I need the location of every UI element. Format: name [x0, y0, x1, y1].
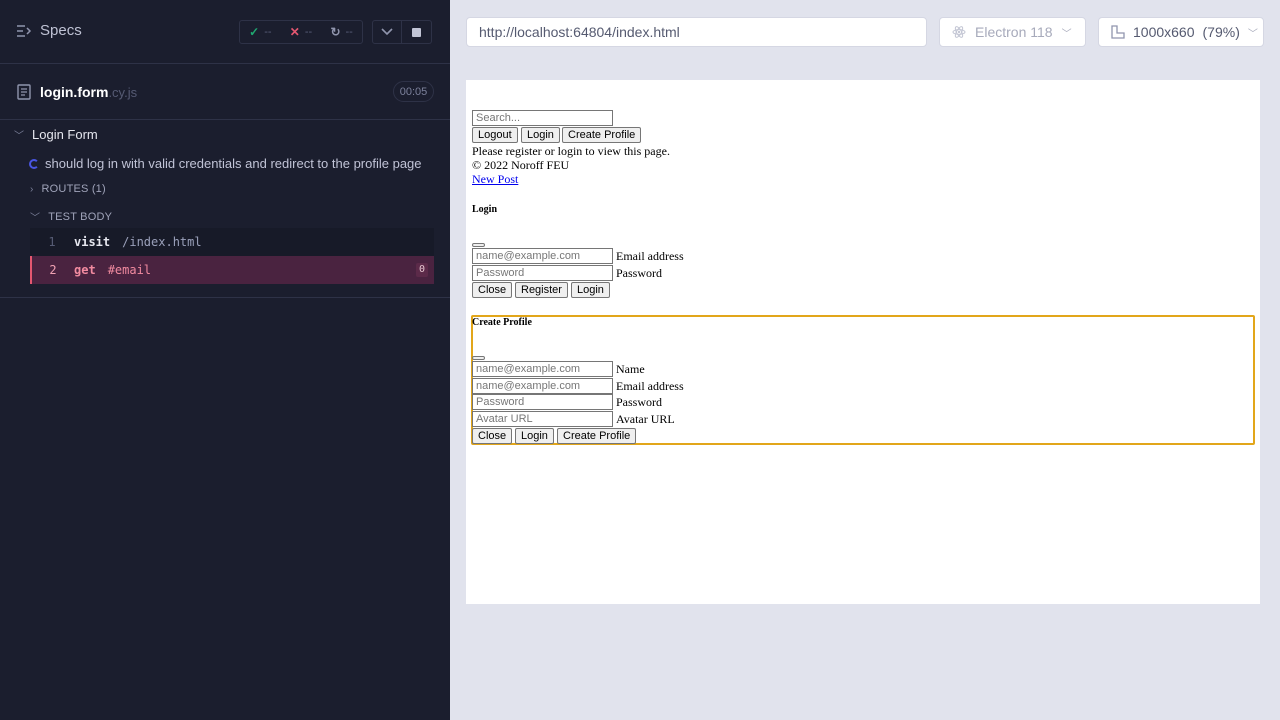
chevron-down-icon: ﹀ [1247, 28, 1258, 40]
command-number: 1 [48, 235, 56, 249]
failed-stat: ✕ -- [290, 25, 312, 39]
search-input[interactable] [472, 110, 613, 126]
login-email-input[interactable] [472, 248, 613, 264]
browser-name: Electron 118 [975, 24, 1053, 40]
login-nav-button[interactable]: Login [521, 127, 560, 143]
profile-password-input[interactable] [472, 394, 613, 410]
test-row[interactable]: should log in with valid credentials and… [29, 156, 422, 171]
profile-avatar-input[interactable] [472, 411, 613, 427]
command-number: 2 [49, 263, 57, 277]
login-submit-button[interactable]: Login [571, 282, 610, 298]
options-dropdown-button[interactable] [372, 20, 402, 44]
chevron-down-icon: ﹀ [14, 131, 24, 142]
suite-row[interactable]: ﹀ Login Form [14, 127, 98, 142]
test-body-section[interactable]: ﹀ TEST BODY [30, 209, 113, 225]
app-preview: Logout Login Create Profile Please regis… [466, 80, 1260, 604]
logout-button[interactable]: Logout [472, 127, 518, 143]
test-title: should log in with valid credentials and… [45, 156, 422, 171]
login-email-label: Email address [616, 249, 684, 263]
command-arg: /index.html [122, 235, 202, 249]
profile-password-label: Password [616, 395, 663, 409]
create-profile-nav-button[interactable]: Create Profile [562, 127, 642, 143]
login-modal-close-icon[interactable] [472, 243, 485, 247]
viewport-selector[interactable]: 1000x660 (79%) ﹀ [1098, 17, 1264, 47]
profile-name-label: Name [616, 362, 645, 376]
chevron-right-icon: › [30, 183, 34, 195]
spec-file-basename: login.form [40, 84, 109, 100]
passed-count: -- [264, 26, 272, 38]
profile-modal-title: Create Profile [472, 317, 532, 328]
routes-section[interactable]: › ROUTES (1) [30, 183, 106, 195]
copyright: © 2022 Noroff FEU [472, 158, 570, 172]
profile-email-input[interactable] [472, 378, 613, 394]
running-spinner-icon [29, 158, 39, 169]
suite-title: Login Form [32, 127, 98, 142]
runner-panel: Specs ✓ -- ✕ -- ↻ -- login.form.cy.js 00:05… [0, 0, 450, 720]
test-stats: ✓ -- ✕ -- ↻ -- [239, 20, 363, 44]
login-password-input[interactable] [472, 265, 613, 281]
pending-icon: ↻ [330, 25, 341, 39]
pending-count: -- [345, 26, 353, 38]
login-password-label: Password [616, 266, 663, 280]
stop-button[interactable] [402, 20, 432, 44]
failed-count: -- [304, 26, 313, 38]
document-icon [17, 84, 31, 100]
element-count-badge: 0 [416, 263, 428, 277]
login-close-button[interactable]: Close [472, 282, 513, 298]
command-row[interactable]: 1 visit /index.html [30, 228, 434, 256]
specs-label: Specs [40, 22, 82, 39]
test-body-label: TEST BODY [48, 210, 113, 223]
viewport-size: 1000x660 [1133, 24, 1195, 40]
passed-stat: ✓ -- [249, 25, 271, 39]
spec-file-ext: .cy.js [108, 85, 138, 100]
routes-label: ROUTES (1) [41, 183, 106, 195]
login-modal-title: Login [472, 204, 498, 215]
register-button[interactable]: Register [515, 282, 568, 298]
profile-avatar-label: Avatar URL [616, 412, 675, 426]
profile-email-label: Email address [616, 379, 684, 393]
specs-toggle[interactable]: Specs [16, 22, 82, 39]
check-icon: ✓ [249, 25, 260, 39]
url-bar[interactable]: http://localhost:64804/index.html [466, 17, 927, 47]
spec-file-header: login.form.cy.js 00:05 [0, 64, 450, 120]
ruler-icon [1111, 25, 1125, 39]
stop-icon [412, 27, 421, 37]
login-message: Please register or login to view this pa… [472, 144, 670, 158]
chevron-down-icon [381, 28, 393, 36]
command-row-active[interactable]: 2 get #email 0 [30, 256, 434, 284]
command-arg: #email [107, 263, 152, 277]
profile-close-button[interactable]: Close [472, 428, 513, 444]
pending-stat: ↻ -- [330, 25, 352, 39]
chevron-down-icon: ﹀ [30, 213, 41, 224]
profile-modal-close-icon[interactable] [472, 356, 485, 360]
spec-file-name: login.form.cy.js [40, 84, 137, 100]
create-profile-submit-button[interactable]: Create Profile [557, 428, 637, 444]
profile-name-input[interactable] [472, 361, 613, 377]
chevron-down-icon: ﹀ [1061, 28, 1072, 40]
command-name: visit [74, 235, 111, 249]
divider [0, 297, 450, 298]
x-icon: ✕ [289, 25, 300, 39]
electron-icon [952, 26, 966, 38]
new-post-link[interactable]: New Post [472, 172, 518, 187]
viewport-scale: (79%) [1202, 24, 1240, 40]
specs-list-icon [17, 24, 32, 37]
run-timer: 00:05 [393, 81, 434, 102]
browser-selector[interactable]: Electron 118 ﹀ [939, 17, 1086, 47]
profile-login-button[interactable]: Login [515, 428, 554, 444]
command-name: get [74, 263, 96, 277]
runner-topbar: Specs ✓ -- ✕ -- ↻ -- [0, 0, 450, 64]
